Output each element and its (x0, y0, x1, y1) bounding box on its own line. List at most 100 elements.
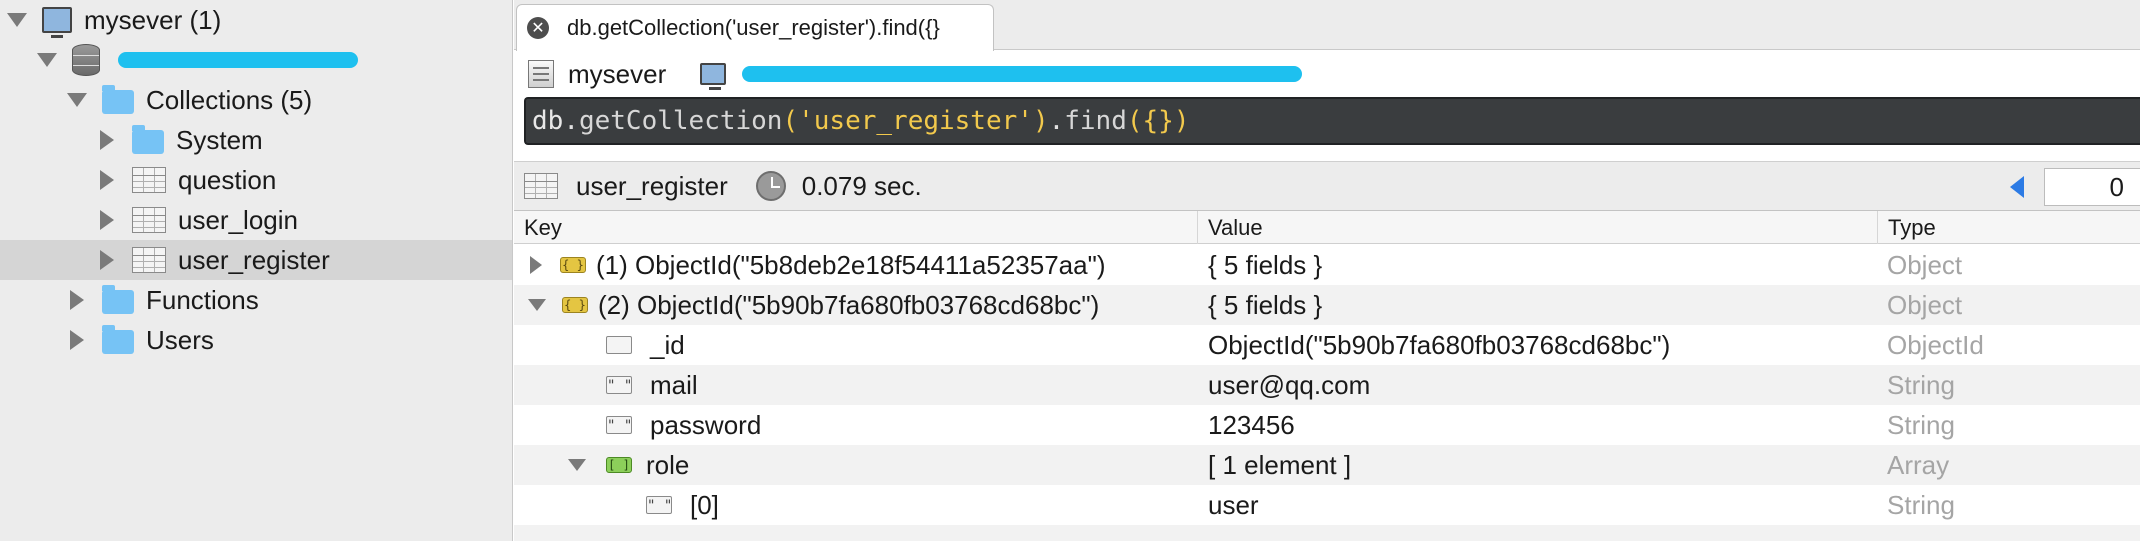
table-row[interactable]: " " [0] user String (514, 485, 2140, 525)
tree-item-system[interactable]: System (0, 120, 512, 160)
row-key: role (646, 450, 690, 480)
query-editor[interactable]: db. getCollection('user_register'). find({… (524, 97, 2140, 145)
table-row[interactable]: { } (1) ObjectId("5b8deb2e18f54411a52357… (514, 245, 2140, 285)
chevron-down-icon[interactable] (568, 459, 586, 471)
table-row-partial[interactable] (514, 525, 2140, 541)
column-header-type[interactable]: Type (1878, 211, 2140, 244)
row-value: { 5 fields } (1208, 290, 1323, 320)
chevron-right-icon[interactable] (96, 250, 118, 270)
tree-functions[interactable]: Functions (0, 280, 512, 320)
row-type: Object (1887, 290, 1963, 320)
row-key-cell: " " mail (514, 365, 1194, 405)
previous-page-icon[interactable] (2010, 176, 2024, 198)
row-key-cell: { } (2) ObjectId("5b90b7fa680fb03768cd68… (514, 285, 1194, 325)
query-dot: . (1048, 106, 1065, 136)
tree-server[interactable]: mysever (1) (0, 0, 512, 40)
server-label: mysever (1) (84, 4, 222, 35)
column-header-value[interactable]: Value (1198, 211, 1878, 244)
query-arg: {} (1142, 106, 1174, 136)
row-type: String (1887, 410, 1955, 440)
chevron-right-icon[interactable] (66, 330, 88, 350)
row-type: String (1887, 490, 1955, 520)
chevron-right-icon[interactable] (96, 130, 118, 150)
chevron-down-icon[interactable] (36, 53, 58, 67)
table-header: Key Value Type (514, 211, 2140, 244)
server-icon (528, 60, 554, 88)
tree-item-question[interactable]: question (0, 160, 512, 200)
connection-bar: mysever (514, 51, 2140, 97)
computer-icon (700, 63, 727, 90)
row-key: mail (650, 370, 698, 400)
result-collection: user_register (576, 170, 728, 201)
tab-title: db.getCollection('user_register').find({… (567, 15, 940, 40)
page-skip-input[interactable]: 0 (2044, 168, 2140, 206)
object-icon: { } (562, 297, 588, 313)
database-icon (72, 44, 100, 76)
row-value: ObjectId("5b90b7fa680fb03768cd68bc") (1208, 330, 1671, 360)
clock-icon (755, 171, 786, 201)
row-value: 123456 (1208, 410, 1295, 440)
table-row[interactable]: " " mail user@qq.com String (514, 365, 2140, 405)
folder-icon (102, 85, 134, 114)
folder-icon (132, 125, 164, 154)
tree-item-user-register[interactable]: user_register (0, 240, 512, 280)
row-key: _id (650, 330, 685, 360)
tree-database[interactable] (0, 40, 512, 80)
row-key-cell: { } (1) ObjectId("5b8deb2e18f54411a52357… (514, 245, 1194, 285)
collection-icon (132, 207, 166, 233)
folder-icon (102, 325, 134, 354)
query-paren: ( (1126, 106, 1143, 136)
result-bar: user_register 0.079 sec. 0 (514, 161, 2140, 211)
chevron-right-icon[interactable] (66, 290, 88, 310)
table-row[interactable]: " " password 123456 String (514, 405, 2140, 445)
collection-icon (132, 247, 166, 273)
tree-item-label: user_login (178, 204, 298, 235)
redacted-database-name (118, 52, 358, 68)
tree-users[interactable]: Users (0, 320, 512, 360)
chevron-right-icon[interactable] (530, 256, 542, 274)
redacted-connection-info (742, 66, 1303, 82)
column-header-key[interactable]: Key (514, 211, 1198, 244)
folder-icon (102, 285, 134, 314)
tree-item-label: user_register (178, 244, 330, 275)
tree-item-label: System (176, 124, 263, 155)
chevron-down-icon[interactable] (66, 93, 88, 107)
collection-icon (524, 173, 558, 199)
string-icon: " " (646, 496, 673, 514)
row-key-cell: _id (514, 325, 1194, 365)
row-key-cell: " " password (514, 405, 1194, 445)
query-db: db (532, 106, 564, 136)
row-type: ObjectId (1887, 330, 1984, 360)
query-paren: ( (782, 106, 799, 136)
tree-collections[interactable]: Collections (5) (0, 80, 512, 120)
tab-query[interactable]: ✕ db.getCollection('user_register').find… (516, 4, 994, 51)
row-key: [0] (690, 490, 719, 520)
collections-label: Collections (5) (146, 84, 313, 115)
row-key-cell: " " [0] (514, 485, 1194, 525)
close-icon[interactable]: ✕ (527, 17, 549, 39)
tree-item-label: question (178, 164, 277, 195)
row-key: (2) ObjectId("5b90b7fa680fb03768cd68bc") (598, 290, 1100, 320)
chevron-right-icon[interactable] (96, 170, 118, 190)
chevron-right-icon[interactable] (96, 210, 118, 230)
table-row[interactable]: [ ] role [ 1 element ] Array (514, 445, 2140, 485)
row-type: Object (1887, 250, 1963, 280)
row-value: { 5 fields } (1208, 250, 1323, 280)
sidebar: mysever (1) Collections (5) System quest… (0, 0, 513, 541)
table-row[interactable]: { } (2) ObjectId("5b90b7fa680fb03768cd68… (514, 285, 2140, 325)
chevron-down-icon[interactable] (6, 13, 28, 27)
table-row[interactable]: _id ObjectId("5b90b7fa680fb03768cd68bc")… (514, 325, 2140, 365)
tab-bar: ✕ db.getCollection('user_register').find… (514, 0, 2140, 51)
object-icon: { } (560, 257, 586, 273)
collection-icon (132, 167, 166, 193)
chevron-down-icon[interactable] (528, 299, 546, 311)
row-type: Array (1887, 450, 1950, 480)
query-collection: 'user_register' (798, 106, 1033, 136)
query-paren: ) (1173, 106, 1190, 136)
row-key: password (650, 410, 762, 440)
results-table: Key Value Type { } (1) ObjectId("5b8deb2… (514, 211, 2140, 541)
objectid-icon (606, 336, 632, 354)
array-icon: [ ] (606, 457, 632, 473)
main-panel: ✕ db.getCollection('user_register').find… (514, 0, 2140, 541)
tree-item-user-login[interactable]: user_login (0, 200, 512, 240)
